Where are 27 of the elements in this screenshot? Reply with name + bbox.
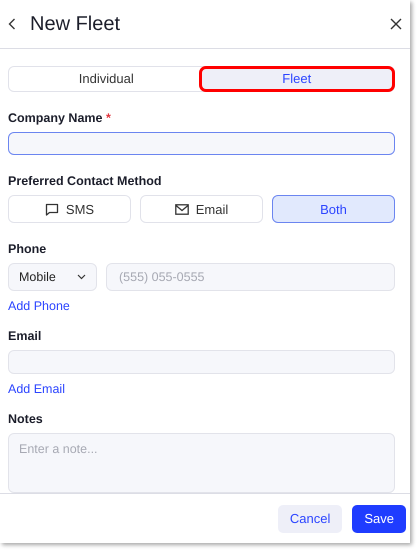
contact-option[interactable]: SMS (8, 195, 131, 224)
close-icon (390, 18, 402, 30)
field-label: Email (8, 329, 42, 344)
add-phone-link[interactable]: Add Phone (8, 299, 70, 314)
phone-type-dropdown[interactable]: Mobile (8, 263, 97, 292)
add-email-link[interactable]: Add Email (8, 382, 65, 396)
dialog-title: New Fleet (30, 12, 122, 36)
company-name-field[interactable] (8, 132, 395, 156)
field-label: Company Name * (8, 110, 112, 125)
chevron-left-icon (8, 18, 16, 30)
field-label: Notes (8, 412, 44, 426)
field-label: Preferred Contact Method (8, 174, 162, 188)
notes-field[interactable]: Enter a note... (8, 432, 395, 493)
field-label: Phone (8, 242, 48, 256)
tab[interactable]: Fleet (202, 69, 392, 89)
chevron-down-icon (77, 274, 86, 280)
close-button[interactable] (390, 18, 402, 30)
contact-option[interactable]: Email (140, 195, 263, 224)
save-button[interactable]: Save (352, 504, 406, 532)
cancel-button[interactable]: Cancel (278, 504, 342, 532)
chat-bubble-icon (44, 202, 59, 216)
envelope-icon (174, 204, 189, 215)
email-field[interactable] (8, 350, 395, 374)
back-button[interactable] (8, 18, 16, 30)
phone-field[interactable]: (555) 055-0555 (106, 263, 395, 292)
contact-option[interactable]: Both (272, 195, 395, 224)
required-mark: * (106, 110, 111, 125)
